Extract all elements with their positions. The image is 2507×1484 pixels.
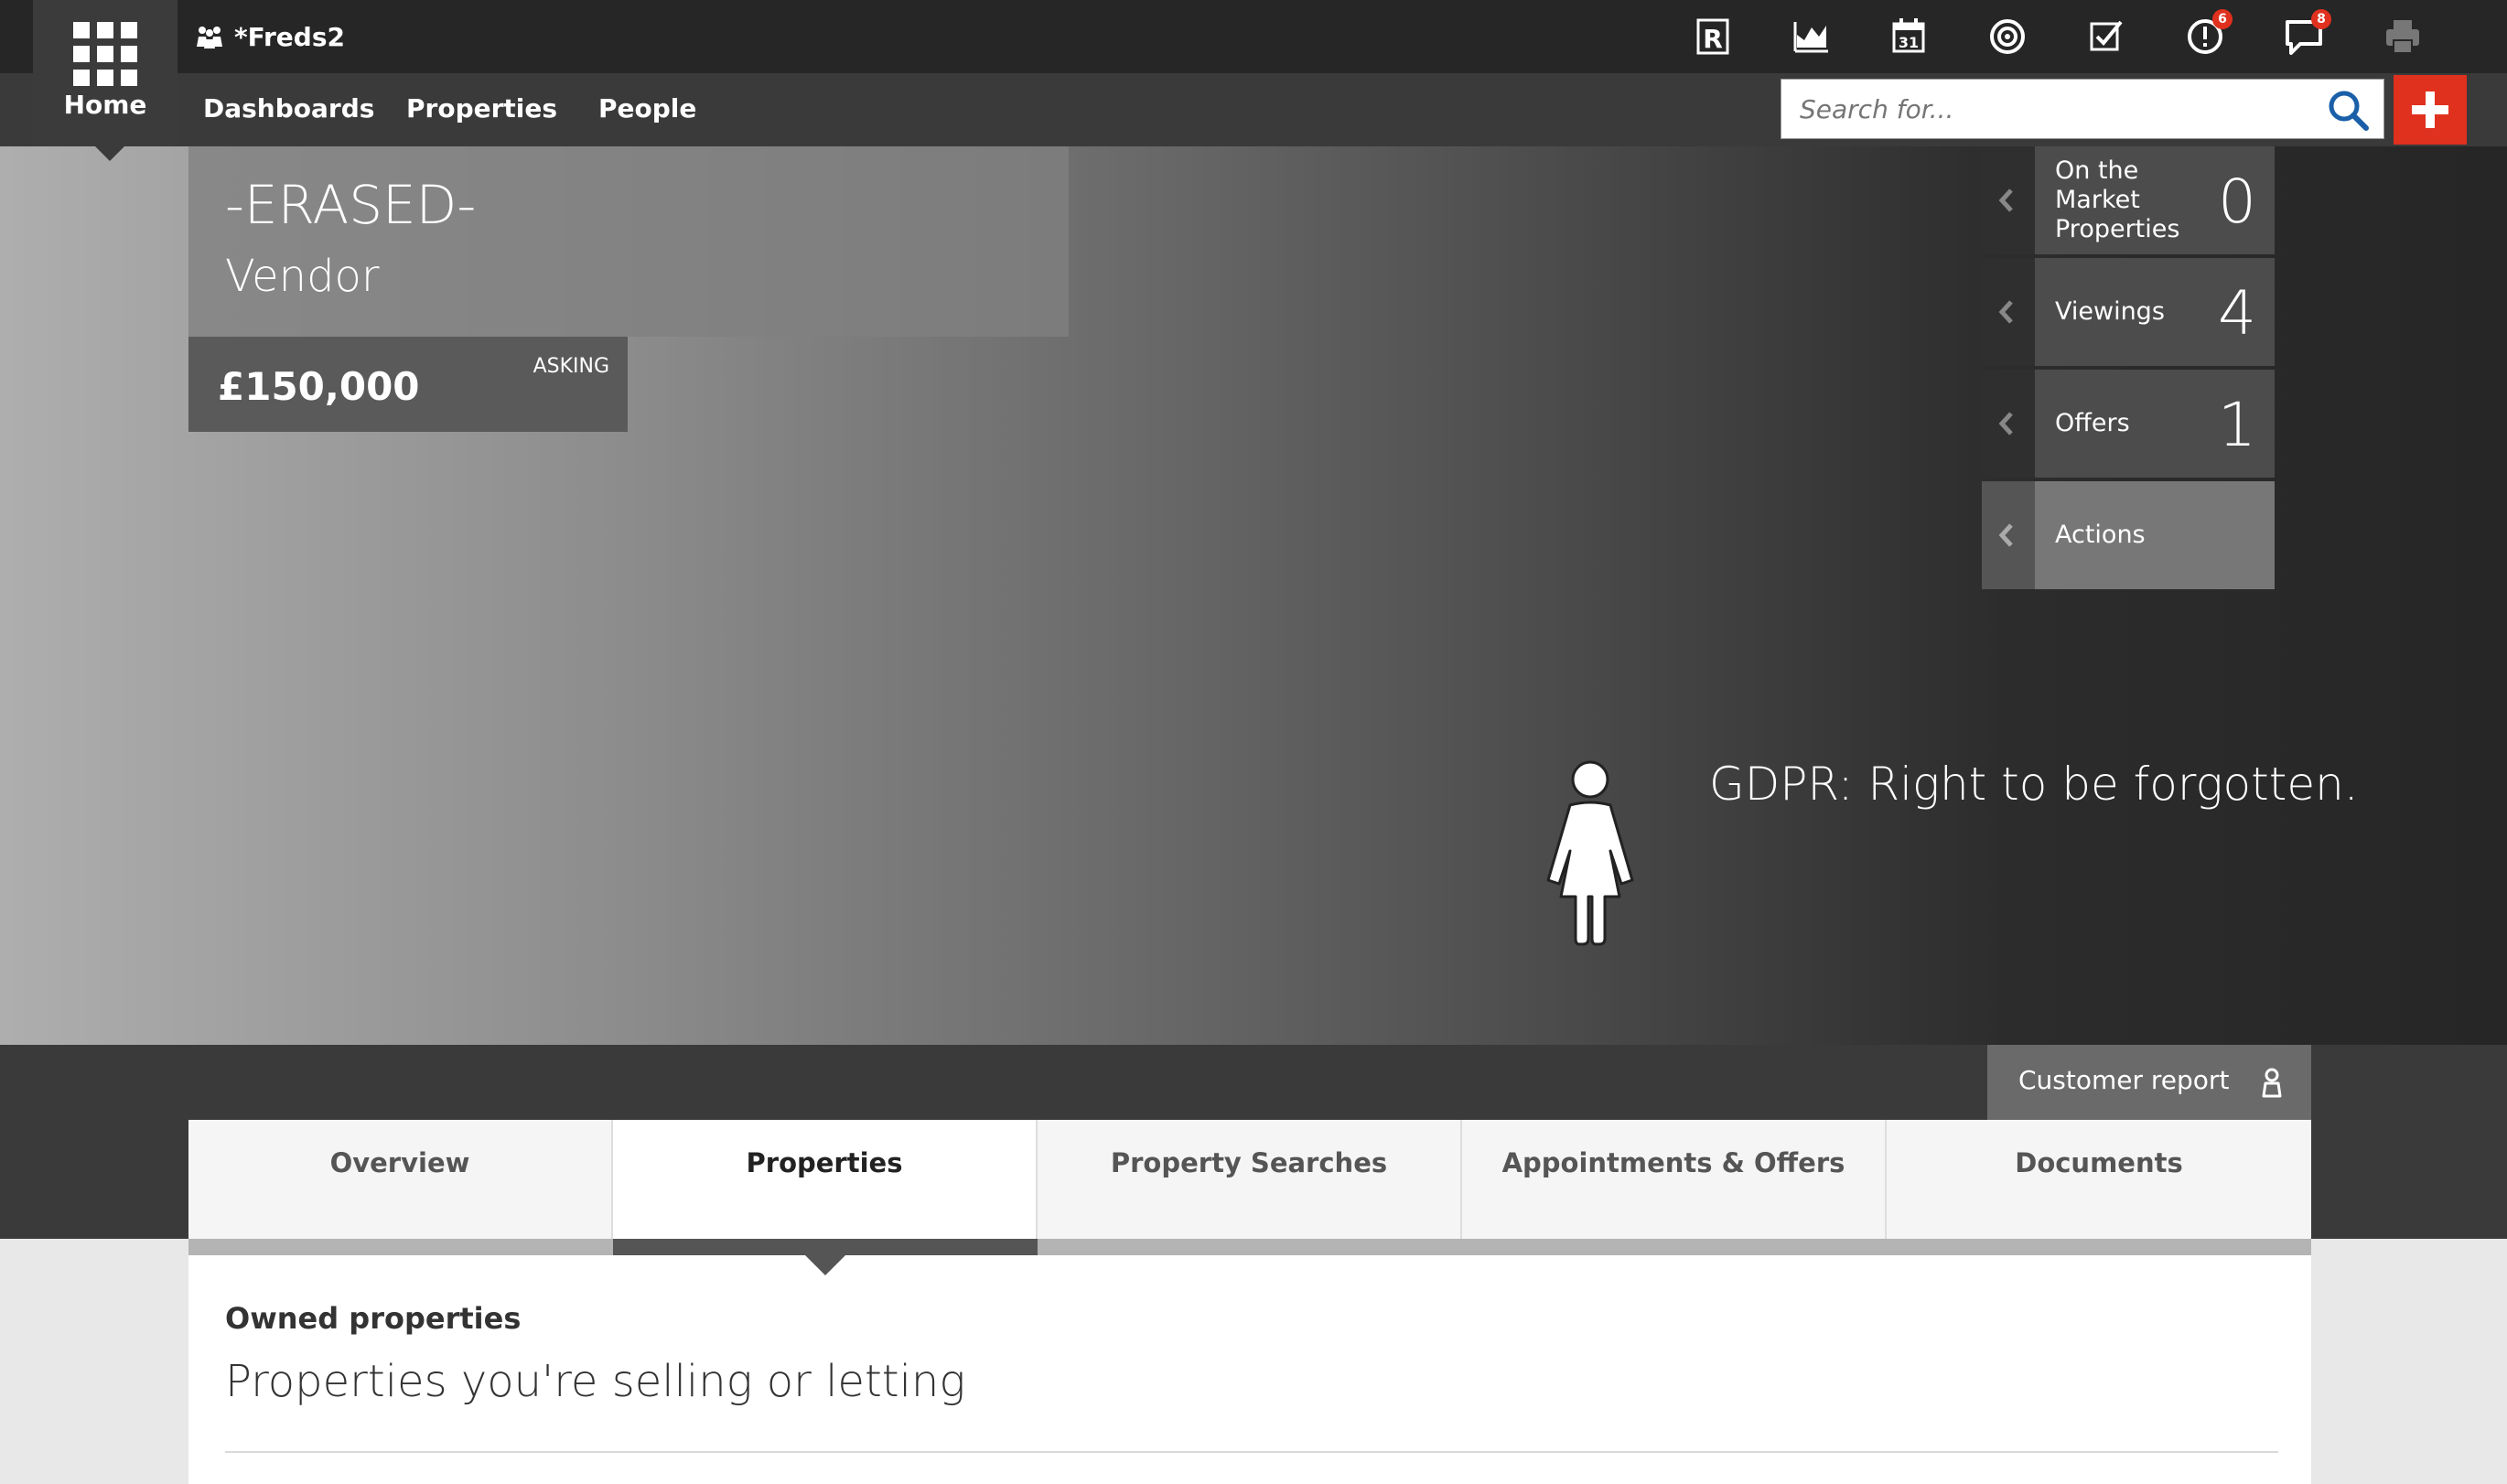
target-icon[interactable]	[1985, 15, 2029, 59]
home-button[interactable]: Home	[33, 0, 178, 146]
stat-value: 1	[2218, 390, 2256, 460]
person-icon	[2262, 1068, 2282, 1098]
tab-label: Property Searches	[1110, 1147, 1388, 1178]
tab-bar: Overview Properties Property Searches Ap…	[188, 1120, 2311, 1239]
nav-properties[interactable]: Properties	[406, 93, 557, 124]
chevron-left-icon	[1998, 300, 2013, 324]
hero-banner: -ERASED- Vendor £150,000 ASKING On the M…	[0, 146, 2507, 1045]
tab-label: Appointments & Offers	[1501, 1147, 1845, 1178]
tab-appointments-offers[interactable]: Appointments & Offers	[1462, 1120, 1887, 1239]
chevron-left-icon	[1998, 523, 2013, 547]
tab-underline-active	[613, 1239, 1038, 1255]
home-label: Home	[63, 90, 147, 120]
gdpr-notice: GDPR: Right to be forgotten.	[1709, 758, 2359, 811]
rightmove-icon[interactable]: R	[1691, 15, 1735, 59]
alerts-badge: 6	[2212, 9, 2233, 29]
section-subtitle: Owned properties	[225, 1301, 522, 1336]
plus-icon	[2412, 91, 2448, 128]
tab-documents[interactable]: Documents	[1887, 1120, 2311, 1239]
add-button[interactable]	[2394, 75, 2467, 145]
search-icon[interactable]	[2325, 87, 2371, 133]
tab-label: Properties	[746, 1147, 903, 1178]
stat-value: 4	[2218, 278, 2256, 349]
content-panel: Owned properties Properties you're selli…	[188, 1255, 2311, 1484]
stat-actions[interactable]: Actions	[1982, 481, 2275, 589]
printer-icon[interactable]	[2381, 15, 2425, 59]
stat-on-the-market[interactable]: On the Market Properties 0	[1982, 146, 2275, 254]
stat-viewings[interactable]: Viewings 4	[1982, 258, 2275, 366]
nav-dashboards[interactable]: Dashboards	[203, 93, 374, 124]
brand[interactable]: *Freds2	[194, 18, 345, 55]
tab-underline	[188, 1239, 2311, 1255]
chevron-left-icon	[1998, 412, 2013, 436]
calendar-icon[interactable]: 31	[1887, 15, 1931, 59]
stat-label: Viewings	[2055, 297, 2165, 326]
tab-overview[interactable]: Overview	[188, 1120, 613, 1239]
customer-report-label: Customer report	[2018, 1065, 2230, 1095]
tab-label: Documents	[2015, 1147, 2183, 1178]
alert-icon[interactable]: 6	[2183, 9, 2233, 59]
people-group-icon	[197, 27, 222, 48]
svg-text:31: 31	[1899, 34, 1919, 51]
nav-people[interactable]: People	[598, 93, 696, 124]
brand-name: *Freds2	[234, 21, 345, 52]
search-box	[1781, 79, 2384, 139]
profile-card: -ERASED- Vendor	[188, 146, 1069, 337]
divider	[225, 1451, 2278, 1453]
tab-properties[interactable]: Properties	[613, 1120, 1038, 1239]
svg-text:R: R	[1703, 24, 1723, 54]
top-bar: *Freds2 R 31 6 8	[0, 0, 2507, 73]
contact-role: Vendor	[225, 251, 380, 302]
chart-icon[interactable]	[1790, 15, 1834, 59]
messages-badge: 8	[2311, 9, 2331, 29]
stat-value: 0	[2218, 167, 2256, 237]
stat-offers[interactable]: Offers 1	[1982, 370, 2275, 478]
section-title: Properties you're selling or letting	[225, 1356, 966, 1407]
home-pointer	[95, 146, 124, 161]
contact-name: -ERASED-	[225, 174, 477, 236]
price-label: ASKING	[533, 355, 609, 378]
chevron-left-icon	[1998, 188, 2013, 212]
stat-label: Actions	[2055, 521, 2146, 549]
search-input[interactable]	[1781, 80, 2321, 138]
stat-label: Offers	[2055, 409, 2130, 437]
tab-label: Overview	[329, 1147, 470, 1178]
tab-property-searches[interactable]: Property Searches	[1038, 1120, 1462, 1239]
active-tab-pointer	[805, 1255, 845, 1275]
message-icon[interactable]: 8	[2282, 9, 2331, 59]
stat-label: On the Market Properties	[2055, 156, 2180, 243]
price-card: £150,000 ASKING	[188, 337, 628, 432]
checkbox-icon[interactable]	[2084, 15, 2128, 59]
apps-grid-icon	[73, 22, 137, 86]
person-female-icon	[1546, 760, 1634, 946]
price-value: £150,000	[218, 364, 420, 409]
customer-report-button[interactable]: Customer report	[1987, 1045, 2311, 1120]
